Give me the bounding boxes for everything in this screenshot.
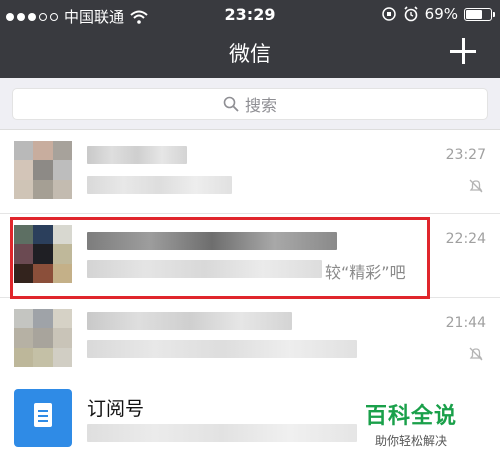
search-area: 搜索 [0, 78, 500, 130]
watermark-logo: 百科全说 助你轻松解决 [365, 398, 457, 449]
battery-icon [464, 7, 495, 21]
search-input[interactable]: 搜索 [12, 88, 488, 120]
avatar [14, 141, 72, 199]
status-bar: 中国联通 23:29 69% [0, 0, 500, 28]
watermark-brand: 百科全说 [365, 404, 458, 429]
nav-bar: 微信 [0, 28, 500, 78]
blurred-name [87, 232, 337, 250]
chat-time: 23:27 [445, 147, 486, 163]
mute-bell-icon [469, 179, 483, 193]
avatar [14, 225, 72, 283]
blurred-preview [87, 260, 322, 278]
subscription-document-icon [14, 389, 72, 447]
blurred-preview [87, 424, 357, 442]
chat-row[interactable]: 较“精彩”吧 22:24 [0, 214, 500, 298]
avatar [14, 309, 72, 367]
blurred-name [87, 312, 292, 330]
alarm-icon [404, 6, 418, 22]
search-icon [223, 96, 239, 112]
message-preview: 较“精彩”吧 [325, 263, 406, 282]
blurred-preview [87, 176, 232, 194]
blurred-preview [87, 340, 357, 358]
mute-bell-icon [469, 347, 483, 361]
chat-time: 21:44 [445, 315, 486, 331]
plus-icon[interactable] [448, 36, 478, 66]
blurred-name [87, 146, 187, 164]
status-right: 69% [381, 5, 495, 23]
chat-row[interactable]: 21:44 [0, 298, 500, 382]
orientation-lock-icon [381, 7, 396, 21]
battery-percent: 69% [424, 5, 458, 23]
chat-time: 22:24 [445, 231, 486, 247]
page-title: 微信 [229, 42, 271, 66]
subscriptions-title: 订阅号 [87, 398, 145, 420]
search-placeholder: 搜索 [244, 96, 277, 115]
chat-row[interactable]: 23:27 [0, 130, 500, 214]
watermark-tagline: 助你轻松解决 [375, 434, 448, 448]
